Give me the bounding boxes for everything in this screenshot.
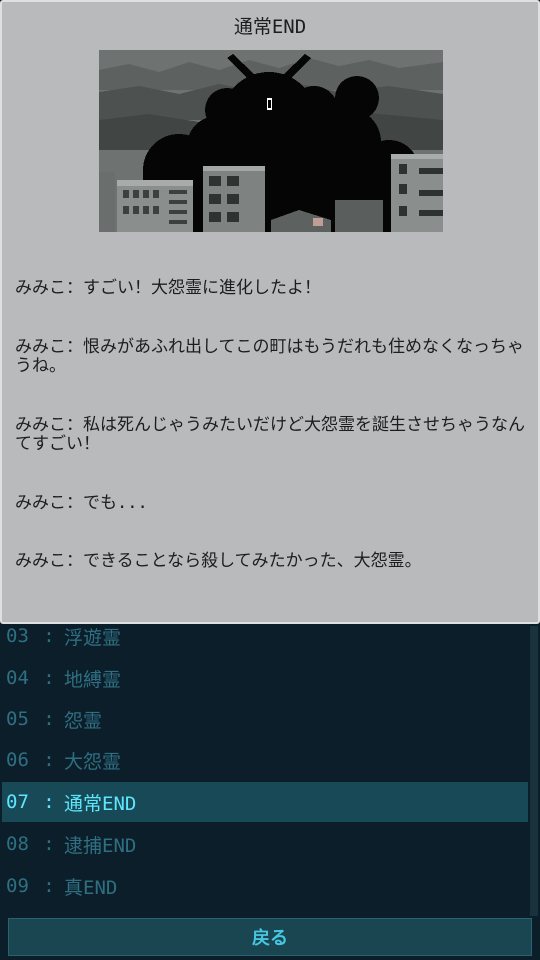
dialog-line: みみこ：恨みがあふれ出してこの町はもうだれも住めなくなっちゃうね。 [15,336,524,376]
dialog-line: みみこ：でも... [15,492,148,513]
dialog-line: みみこ：できることなら殺してみたかった、大怨霊。 [15,551,422,571]
ending-title: 通常END [64,792,137,815]
back-button[interactable]: 戻る [8,918,532,956]
ending-title: 浮遊霊 [64,626,122,649]
ending-separator: : [43,625,55,647]
ending-illustration [99,50,443,232]
dialog-title: 通常END [233,16,307,38]
ending-title: 大怨霊 [64,750,122,773]
ending-title: 怨霊 [64,709,103,732]
ending-title: 真END [64,876,118,899]
ending-number: 08 [6,833,29,855]
ending-separator: : [43,708,55,730]
list-item-ending-06[interactable]: 06 : 大怨霊 [2,740,528,780]
ending-number: 05 [6,708,29,730]
ending-separator: : [43,667,55,689]
dialog-message: みみこ：すごい！大怨霊に進化したよ！ みみこ：恨みがあふれ出してこの町はもうだれ… [15,240,530,611]
endings-list: 03 : 浮遊霊 04 : 地縛霊 05 : 怨霊 06 : 大怨霊 07 : … [0,600,540,960]
ending-number: 03 [6,625,29,647]
ending-number: 06 [6,749,29,771]
ending-separator: : [43,833,55,855]
list-item-ending-07[interactable]: 07 : 通常END [2,782,528,822]
ending-number: 07 [6,791,29,813]
list-item-ending-05[interactable]: 05 : 怨霊 [2,699,528,739]
ending-title: 地縛霊 [64,668,122,691]
list-item-ending-04[interactable]: 04 : 地縛霊 [2,658,528,698]
ending-title: 逮捕END [64,834,137,857]
list-scrollbar[interactable] [530,626,538,916]
ending-separator: : [43,875,55,897]
ending-number: 09 [6,875,29,897]
list-item-ending-08[interactable]: 08 : 逮捕END [2,824,528,864]
ending-dialog: 通常END みみこ：すごい！大怨霊に進化したよ！ みみこ：恨みがあふれ出してこの… [0,0,540,624]
list-item-ending-09[interactable]: 09 : 真END [2,866,528,906]
ending-number: 04 [6,667,29,689]
dialog-line: みみこ：私は死んじゃうみたいだけど大怨霊を誕生させちゃうなんてすごい！ [15,414,525,454]
ending-separator: : [43,791,55,813]
dialog-line: みみこ：すごい！大怨霊に進化したよ！ [15,278,321,298]
ending-separator: : [43,749,55,771]
